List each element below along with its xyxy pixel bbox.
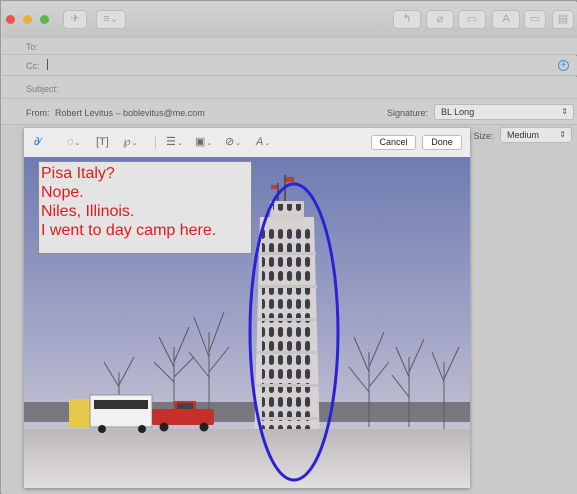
attach-button[interactable]: ⌀	[426, 10, 454, 29]
close-window-button[interactable]	[6, 15, 15, 24]
fill-color-icon[interactable]: ⊘⌄	[225, 135, 241, 149]
border-color-icon[interactable]: ▣⌄	[195, 135, 212, 149]
from-label: From:	[26, 108, 50, 118]
text-icon[interactable]: [T]	[96, 135, 109, 149]
template-icon: ▤	[557, 13, 569, 25]
from-row: From: Robert Levitus – boblevitus@me.com…	[2, 99, 577, 125]
minimize-window-button[interactable]	[23, 15, 32, 24]
format-text-button[interactable]: A	[492, 10, 520, 29]
ground	[24, 429, 470, 488]
text-format-icon: A	[502, 13, 510, 25]
toolbar-divider	[155, 136, 156, 149]
zoom-window-button[interactable]	[40, 15, 49, 24]
done-button[interactable]: Done	[422, 135, 462, 150]
send-icon: ✈	[70, 13, 80, 25]
from-value[interactable]: Robert Levitus – boblevitus@me.com	[55, 108, 205, 118]
markup-toolbar: ∂⁄ ◌⌄ [T] ℘⌄ ☰⌄ ▣⌄ ⊘⌄ A⌄ Cancel Done	[24, 128, 470, 158]
sketch-icon[interactable]: ∂⁄	[34, 135, 41, 149]
text-style-icon[interactable]: A⌄	[256, 135, 270, 149]
chevron-updown-icon: ⇕	[561, 107, 568, 116]
image-size-label: e Size:	[466, 131, 494, 141]
signature-select[interactable]: BL Long ⇕	[434, 104, 574, 120]
note-line: I went to day camp here.	[41, 222, 217, 239]
reply-button[interactable]: ↰	[393, 10, 421, 29]
format-list-icon: ≡⌄	[103, 13, 119, 25]
note-line: Nope.	[41, 184, 84, 201]
signature-icon[interactable]: ℘⌄	[123, 135, 138, 149]
header-fields-button[interactable]: ≡⌄	[96, 10, 126, 29]
signature-value: BL Long	[441, 107, 475, 117]
subject-label: Subject:	[26, 84, 59, 94]
to-field[interactable]: To:	[2, 38, 577, 55]
image-size-value: Medium	[507, 130, 540, 140]
window-icon: ▭	[529, 13, 541, 25]
subject-field[interactable]: Subject:	[2, 77, 577, 99]
shapes-icon[interactable]: ◌⌄	[67, 135, 80, 149]
image-size-select[interactable]: Medium ⇕	[500, 127, 572, 143]
cancel-button[interactable]: Cancel	[371, 135, 416, 150]
to-label: To:	[26, 42, 39, 52]
photo-icon: ▭	[466, 13, 478, 25]
chevron-updown-icon: ⇕	[559, 130, 566, 139]
text-caret	[47, 59, 48, 70]
add-contact-icon[interactable]: +	[558, 60, 569, 71]
attach-icon: ⌀	[436, 13, 444, 25]
title-bar: ✈ ≡⌄ ↰ ⌀ ▭ A ▭ ▤	[2, 2, 577, 39]
note-line: Pisa Italy?	[41, 165, 115, 182]
signature-label: Signature:	[387, 108, 429, 118]
line-style-icon[interactable]: ☰⌄	[166, 135, 183, 149]
stationery-button[interactable]: ▤	[552, 10, 574, 29]
window-button[interactable]: ▭	[524, 10, 546, 29]
cc-field[interactable]: Cc: +	[2, 56, 577, 76]
reply-icon: ↰	[402, 13, 412, 25]
mail-compose-window: ✈ ≡⌄ ↰ ⌀ ▭ A ▭ ▤ To: Cc: + Subject: From…	[0, 0, 577, 494]
annotation-text-box[interactable]: Pisa Italy? Nope. Niles, Illinois. I wen…	[38, 161, 252, 254]
cc-label: Cc:	[26, 61, 40, 71]
note-line: Niles, Illinois.	[41, 203, 135, 220]
send-button[interactable]: ✈	[63, 10, 87, 29]
photo-browser-button[interactable]: ▭	[458, 10, 486, 29]
